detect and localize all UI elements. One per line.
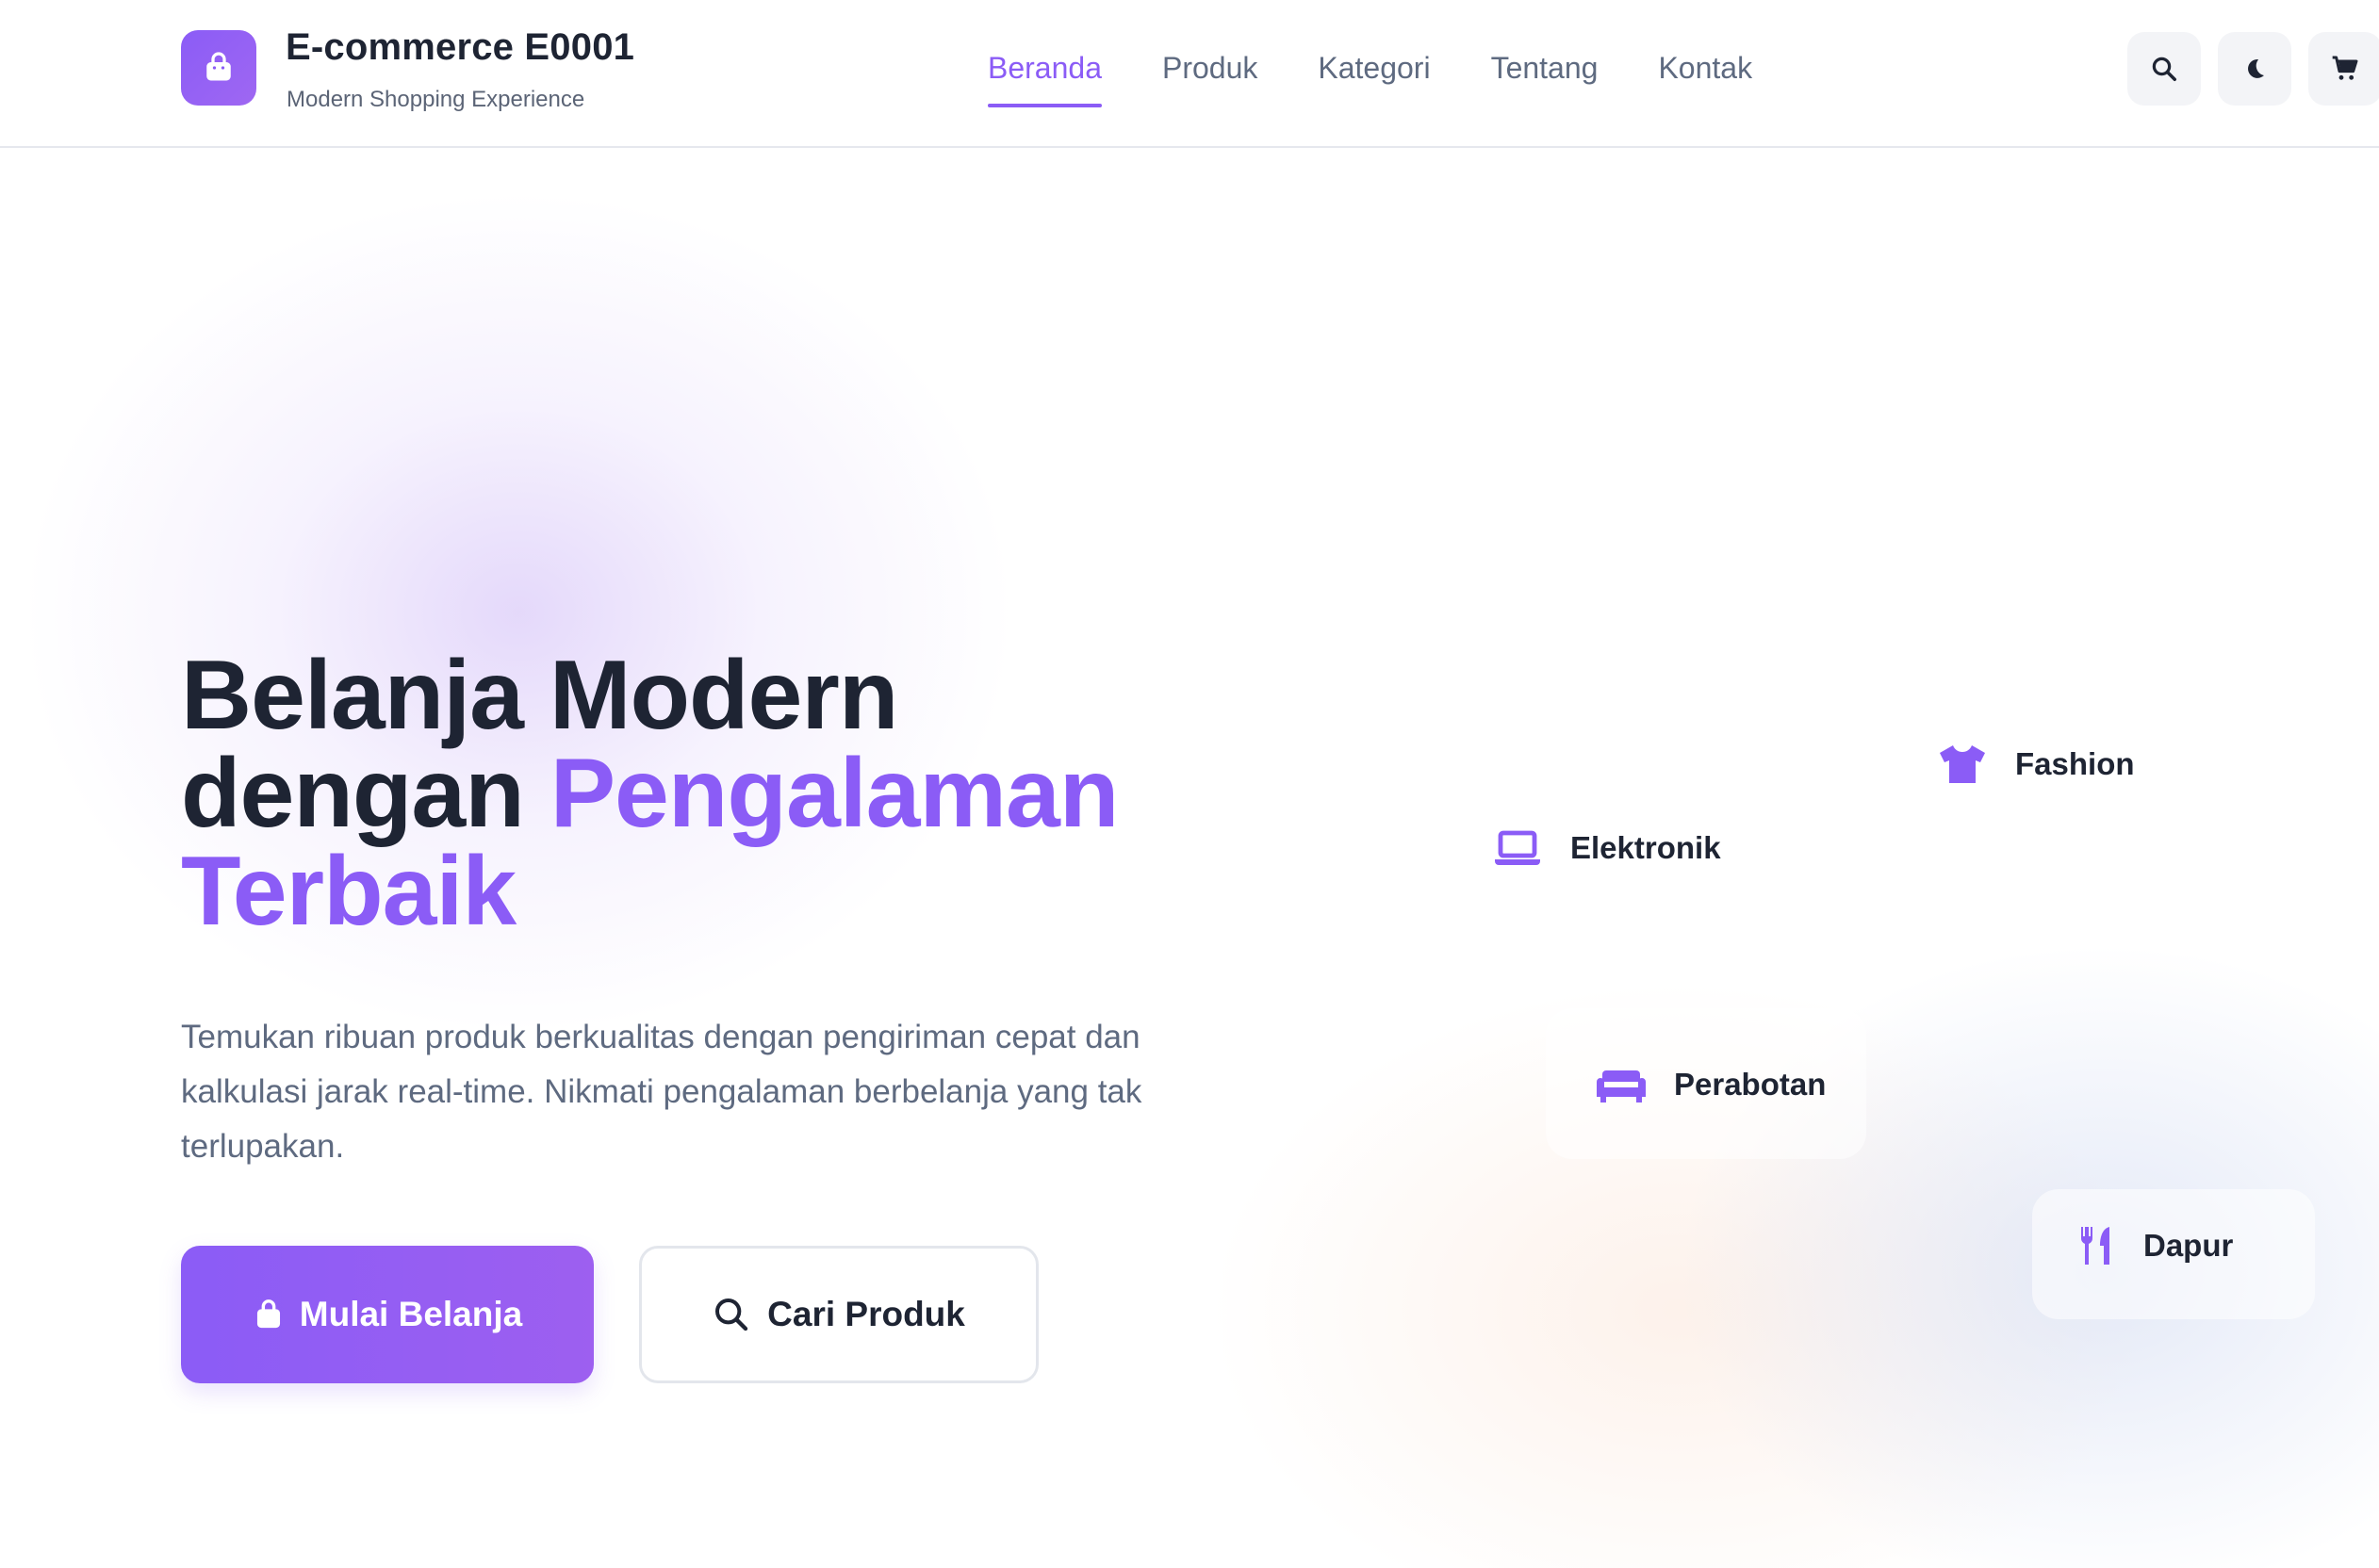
category-fashion[interactable]: Fashion [1938,743,2135,786]
nav-item-beranda[interactable]: Beranda [988,51,1102,107]
shirt-icon [1940,745,1985,783]
hero-description: Temukan ribuan produk berkualitas dengan… [181,1019,1142,1165]
nav-item-tentang[interactable]: Tentang [1491,51,1599,86]
category-fashion-label: Fashion [2015,746,2135,781]
page: E-commerce E0001 Modern Shopping Experie… [0,0,2379,1568]
shopping-bag-icon [256,1299,280,1329]
sofa-icon [1597,1070,1646,1102]
start-shopping-button[interactable]: Mulai Belanja [181,1246,594,1383]
category-elektronik[interactable]: Elektronik [1493,829,1721,867]
search-button[interactable] [2127,32,2201,106]
cart-button[interactable] [2308,32,2379,106]
hero-title-accent: Pengalaman [550,739,1120,848]
site-header: E-commerce E0001 Modern Shopping Experie… [0,0,2379,148]
theme-toggle-button[interactable] [2218,32,2291,106]
nav-item-kategori[interactable]: Kategori [1318,51,1430,86]
start-shopping-label: Mulai Belanja [299,1295,523,1333]
hero-title-line1: Belanja Modern [181,641,898,750]
category-dapur-label: Dapur [2143,1228,2234,1263]
search-product-label: Cari Produk [767,1295,965,1333]
brand-title[interactable]: E-commerce E0001 [286,26,634,69]
shopping-bag-icon [206,52,231,81]
search-icon [715,1298,748,1331]
brand-subtitle: Modern Shopping Experience [287,87,585,112]
hero-title: Belanja Modern dengan Pengalaman Terbaik [181,646,1312,940]
laptop-icon [1495,830,1540,865]
hero-title-line2: dengan [181,739,550,848]
cart-icon [2332,56,2358,80]
hero-title-line3: Terbaik [181,837,517,946]
moon-icon [2248,59,2264,78]
brand-logo[interactable] [181,30,256,106]
category-perabotan[interactable]: Perabotan [1597,1067,1826,1102]
main-nav: Beranda Produk Kategori Tentang Kontak [988,51,1752,107]
category-elektronik-label: Elektronik [1570,830,1721,865]
search-icon [2152,57,2176,81]
category-dapur[interactable]: Dapur [2077,1225,2233,1266]
nav-item-produk[interactable]: Produk [1162,51,1257,86]
search-product-button[interactable]: Cari Produk [639,1246,1039,1383]
utensils-icon [2080,1227,2109,1265]
nav-item-kontak[interactable]: Kontak [1658,51,1752,86]
category-perabotan-label: Perabotan [1674,1067,1827,1102]
